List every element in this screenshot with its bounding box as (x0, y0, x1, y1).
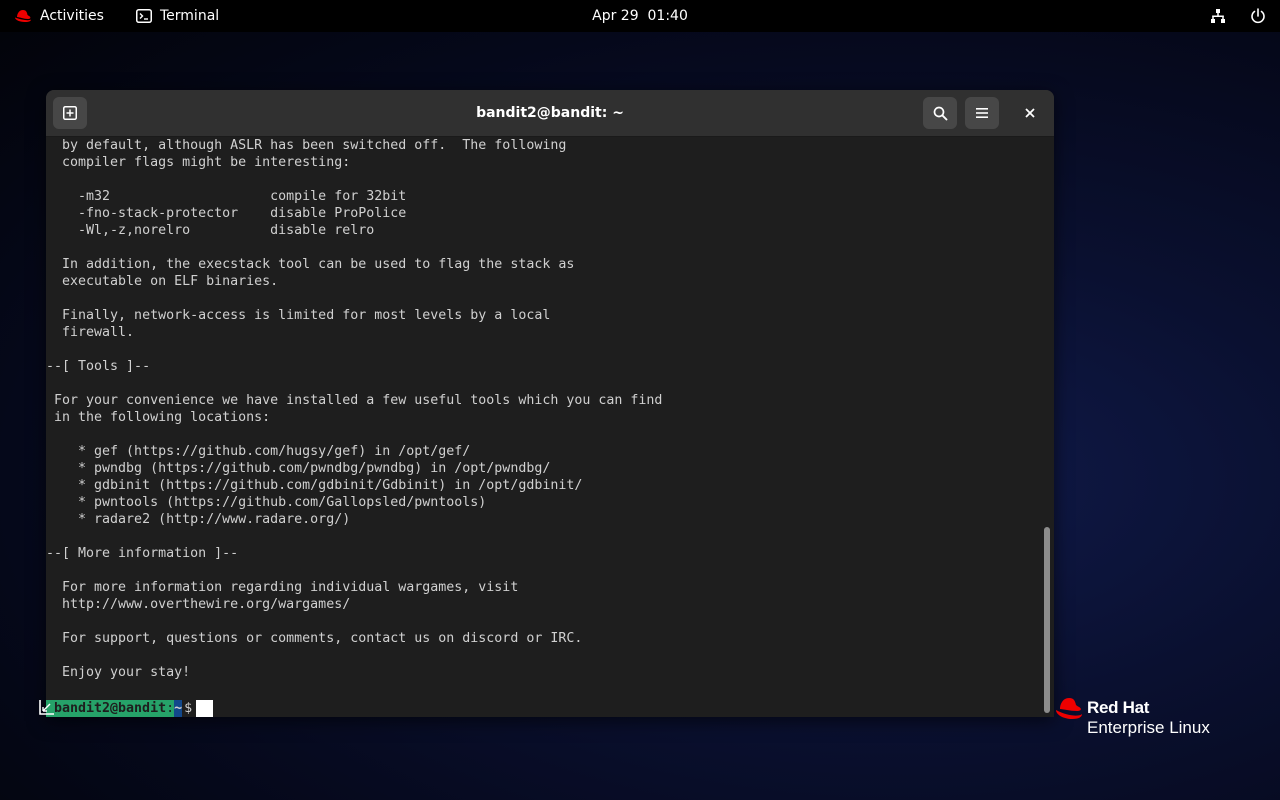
window-title: bandit2@bandit: ~ (476, 105, 624, 121)
terminal-line: * gef (https://github.com/hugsy/gef) in … (46, 444, 471, 459)
branding-line1: Red Hat (1087, 698, 1150, 717)
terminal-line: executable on ELF binaries. (46, 274, 279, 289)
redhat-fedora-icon (14, 9, 32, 23)
power-icon[interactable] (1250, 8, 1266, 24)
activities-label: Activities (40, 8, 104, 24)
terminal-line: compiler flags might be interesting: (46, 155, 351, 170)
terminal-window[interactable]: bandit2@bandit: ~ by default, although A… (46, 90, 1054, 717)
branding-line2: Enterprise Linux (1087, 718, 1210, 737)
redhat-logo: Red Hat Enterprise Linux (1054, 696, 1234, 746)
prompt-colon: : (166, 700, 175, 717)
terminal-line: Enjoy your stay! (46, 665, 191, 680)
terminal-line: In addition, the execstack tool can be u… (46, 257, 575, 272)
terminal-output[interactable]: by default, although ASLR has been switc… (46, 137, 1040, 717)
system-tray[interactable] (1210, 0, 1266, 32)
close-button[interactable] (1013, 97, 1047, 129)
new-tab-icon (63, 106, 77, 120)
terminal-lines: by default, although ASLR has been switc… (46, 137, 662, 698)
hamburger-menu-icon (975, 107, 989, 119)
terminal-line: in the following locations: (46, 410, 271, 425)
terminal-line: For more information regarding individua… (46, 580, 519, 595)
mouse-resize-cursor-icon (38, 698, 56, 716)
network-icon[interactable] (1210, 8, 1226, 24)
prompt-dollar: $ (182, 700, 197, 717)
terminal-line: * pwntools (https://github.com/Gallopsle… (46, 495, 487, 510)
search-icon (933, 106, 948, 121)
scrollbar-thumb[interactable] (1044, 527, 1050, 713)
text-cursor (196, 700, 214, 717)
terminal-scrollbar[interactable] (1040, 137, 1054, 717)
terminal-line: -Wl,-z,norelro disable relro (46, 223, 375, 238)
terminal-line: * radare2 (http://www.radare.org/) (46, 512, 351, 527)
search-button[interactable] (923, 97, 957, 129)
terminal-line: --[ Tools ]-- (46, 359, 151, 374)
terminal-line: by default, although ASLR has been switc… (46, 138, 567, 153)
window-title-area: bandit2@bandit: ~ (46, 90, 1054, 136)
activities-button[interactable]: Activities (14, 0, 104, 32)
prompt-path: ~ (174, 700, 183, 717)
terminal-line: For support, questions or comments, cont… (46, 631, 583, 646)
top-bar: Activities Terminal Apr 29 01:40 (0, 0, 1280, 32)
new-tab-button[interactable] (53, 97, 87, 129)
terminal-line: firewall. (46, 325, 135, 340)
redhat-hat-icon (1056, 698, 1082, 719)
menu-button[interactable] (965, 97, 999, 129)
app-menu-label: Terminal (160, 8, 220, 24)
prompt-user-host: bandit2@bandit (46, 700, 167, 717)
terminal-line: -m32 compile for 32bit (46, 189, 407, 204)
terminal-line: For your convenience we have installed a… (46, 393, 663, 408)
app-menu-terminal[interactable]: Terminal (136, 0, 219, 32)
close-icon (1024, 107, 1036, 119)
shell-prompt[interactable]: bandit2@bandit: ~ $ (46, 700, 214, 717)
terminal-line: http://www.overthewire.org/wargames/ (46, 597, 351, 612)
terminal-line: Finally, network-access is limited for m… (46, 308, 551, 323)
terminal-app-icon (136, 9, 152, 23)
terminal-line: --[ More information ]-- (46, 546, 239, 561)
clock[interactable]: Apr 29 01:40 (592, 8, 688, 24)
terminal-line: -fno-stack-protector disable ProPolice (46, 206, 407, 221)
window-headerbar[interactable]: bandit2@bandit: ~ (46, 90, 1054, 137)
terminal-line: * pwndbg (https://github.com/pwndbg/pwnd… (46, 461, 551, 476)
terminal-line: * gdbinit (https://github.com/gdbinit/Gd… (46, 478, 583, 493)
